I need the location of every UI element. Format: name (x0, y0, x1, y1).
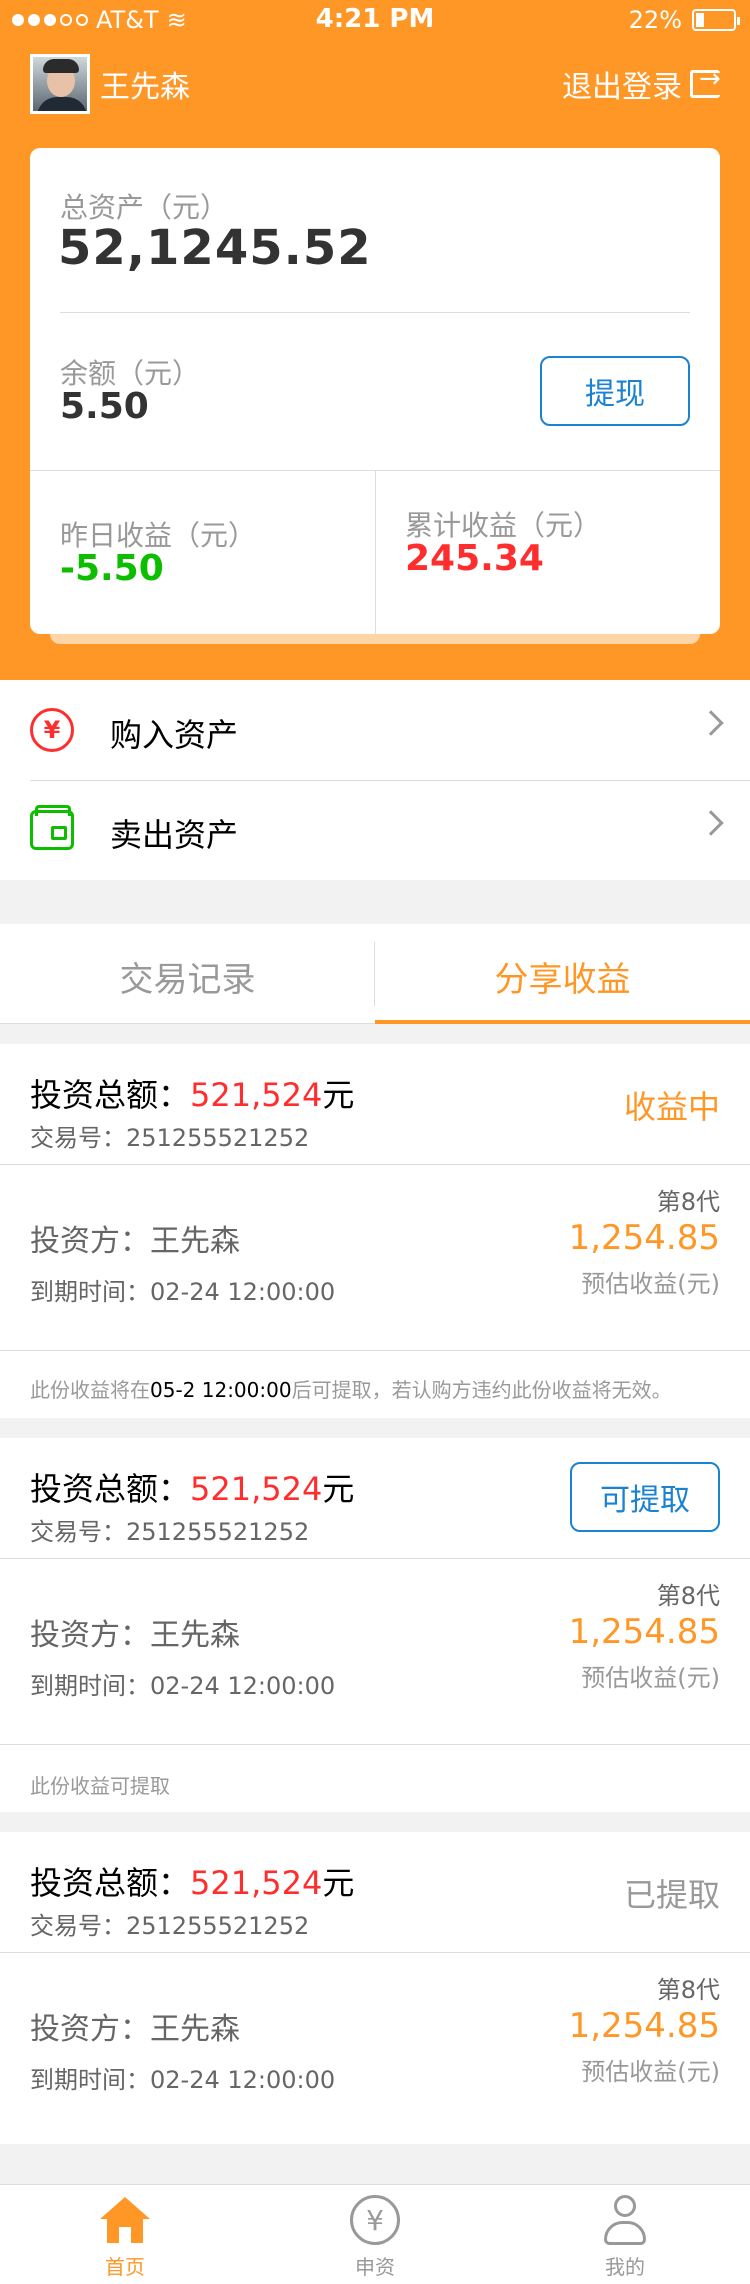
divider (0, 1164, 750, 1165)
amount-prefix: 投资总额： (30, 1076, 191, 1114)
bottom-tab-bar: 首页 ¥ 申资 我的 (0, 2184, 750, 2284)
tab-invest-label: 申资 (355, 2255, 395, 2279)
battery: 22% (628, 6, 740, 34)
investor: 投资方：王先森 (30, 2012, 240, 2047)
investor: 投资方：王先森 (30, 1618, 240, 1653)
estimated-income: 1,254.85 (568, 2006, 720, 2046)
estimated-income-label: 预估收益(元) (581, 2058, 720, 2086)
logout-button[interactable]: 退出登录 (562, 62, 721, 106)
total-assets-value: 52,1245.52 (58, 220, 372, 276)
record-tabs: 交易记录 分享收益 (0, 924, 750, 1024)
logout-label: 退出登录 (562, 70, 682, 105)
record-card: 投资总额：521,524元 交易号：251255521252 已提取 第8代 投… (0, 1832, 750, 2144)
transaction-number: 交易号：251255521252 (30, 1518, 310, 1546)
divider (0, 1744, 750, 1745)
record-amount-line: 投资总额：521,524元 (30, 1070, 354, 1116)
estimated-income: 1,254.85 (568, 1612, 720, 1652)
claim-button[interactable]: 可提取 (570, 1462, 720, 1532)
expiry-time: 到期时间：02-24 12:00:00 (30, 2066, 336, 2094)
balance-value: 5.50 (60, 386, 149, 427)
user-icon (604, 2195, 646, 2247)
amount-unit: 元 (322, 1470, 355, 1508)
tab-home-label: 首页 (105, 2255, 145, 2279)
logout-icon (690, 64, 721, 98)
battery-icon (692, 9, 740, 31)
amount-prefix: 投资总额： (30, 1470, 191, 1508)
wallet-icon (30, 805, 74, 850)
investor: 投资方：王先森 (30, 1224, 240, 1259)
card-divider (375, 470, 376, 634)
avatar[interactable] (30, 54, 90, 114)
tab-invest[interactable]: ¥ 申资 (250, 2185, 500, 2284)
estimated-income: 1,254.85 (568, 1218, 720, 1258)
record-card: 投资总额：521,524元 交易号：251255521252 收益中 第8代 投… (0, 1044, 750, 1418)
amount-value: 521,524 (190, 1864, 323, 1902)
amount-value: 521,524 (190, 1470, 323, 1508)
divider (0, 1952, 750, 1953)
divider (30, 780, 750, 781)
withdraw-button[interactable]: 提现 (540, 356, 690, 426)
generation-label: 第8代 (656, 1976, 720, 2004)
yuan-icon: ¥ (350, 2195, 400, 2245)
cumulative-income-value: 245.34 (405, 538, 544, 579)
expiry-time: 到期时间：02-24 12:00:00 (30, 1278, 336, 1306)
active-tab-indicator (375, 1020, 750, 1024)
amount-value: 521,524 (190, 1076, 323, 1114)
record-amount-line: 投资总额：521,524元 (30, 1858, 354, 1904)
tab-mine-label: 我的 (605, 2255, 645, 2279)
claim-note: 此份收益将在05-2 12:00:00后可提取，若认购方违约此份收益将无效。 (30, 1378, 672, 1402)
battery-percent: 22% (628, 6, 682, 34)
status-bar: AT&T ≋ 4:21 PM 22% (0, 0, 750, 40)
amount-unit: 元 (322, 1076, 355, 1114)
home-icon (100, 2197, 150, 2245)
record-card: 投资总额：521,524元 交易号：251255521252 可提取 第8代 投… (0, 1438, 750, 1812)
estimated-income-label: 预估收益(元) (581, 1270, 720, 1298)
generation-label: 第8代 (656, 1582, 720, 1610)
menu-sell-label: 卖出资产 (110, 816, 239, 854)
yesterday-income-value: -5.50 (60, 548, 164, 589)
card-divider (60, 312, 690, 313)
status-earning: 收益中 (623, 1088, 720, 1126)
tab-home[interactable]: 首页 (0, 2185, 250, 2284)
header: AT&T ≋ 4:21 PM 22% 王先森 退出登录 总资产（元） 52,12… (0, 0, 750, 680)
asset-card: 总资产（元） 52,1245.52 余额（元） 5.50 提现 昨日收益（元） … (30, 148, 720, 634)
yuan-icon: ¥ (30, 708, 74, 752)
divider (0, 1350, 750, 1351)
username: 王先森 (100, 70, 190, 105)
tab-share-income[interactable]: 分享收益 (375, 952, 750, 1001)
tab-records[interactable]: 交易记录 (0, 952, 375, 1001)
chevron-right-icon (698, 810, 724, 836)
transaction-number: 交易号：251255521252 (30, 1124, 310, 1152)
estimated-income-label: 预估收益(元) (581, 1664, 720, 1692)
chevron-right-icon (698, 710, 724, 736)
claim-note: 此份收益可提取 (30, 1774, 170, 1798)
menu-sell-assets[interactable]: 卖出资产 (0, 780, 750, 880)
status-withdrawn: 已提取 (623, 1876, 720, 1914)
amount-prefix: 投资总额： (30, 1864, 191, 1902)
tab-mine[interactable]: 我的 (500, 2185, 750, 2284)
divider (0, 1558, 750, 1559)
expiry-time: 到期时间：02-24 12:00:00 (30, 1672, 336, 1700)
generation-label: 第8代 (656, 1188, 720, 1216)
transaction-number: 交易号：251255521252 (30, 1912, 310, 1940)
amount-unit: 元 (322, 1864, 355, 1902)
menu-buy-assets[interactable]: ¥ 购入资产 (0, 680, 750, 780)
menu-buy-label: 购入资产 (110, 716, 239, 754)
record-amount-line: 投资总额：521,524元 (30, 1464, 354, 1510)
